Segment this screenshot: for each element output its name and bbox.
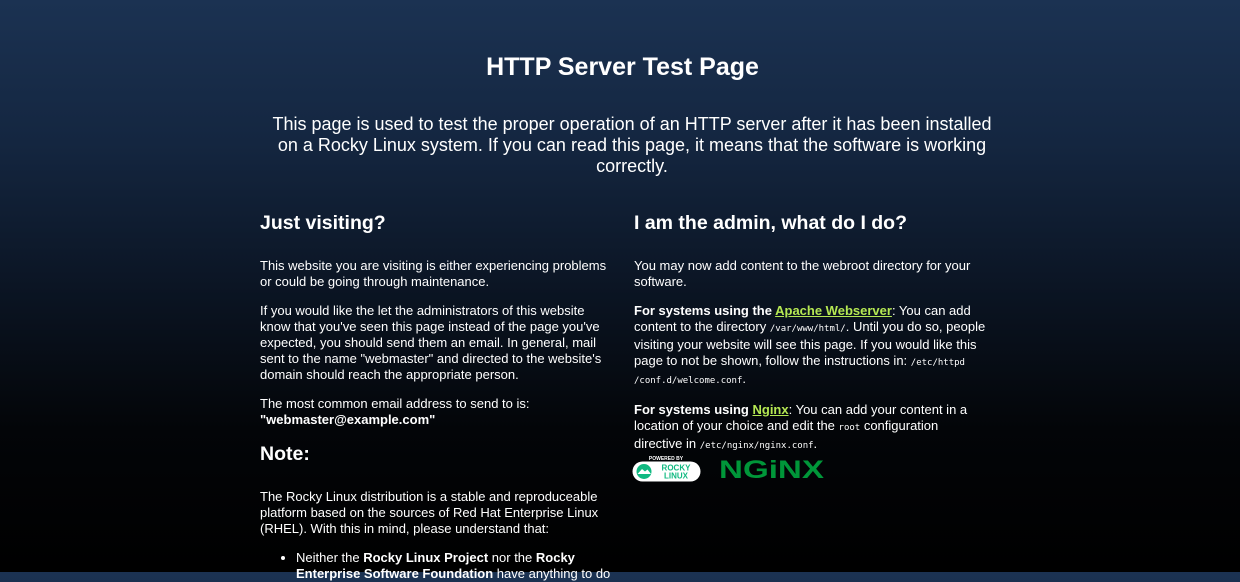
- bullet-text: have anything to do: [493, 566, 611, 581]
- right-column: I am the admin, what do I do? You may no…: [634, 211, 990, 454]
- nginx-wordmark: NGiNX: [719, 456, 824, 483]
- root-directive: root: [838, 423, 861, 433]
- bullet-text: nor the: [488, 550, 536, 565]
- note-paragraph: The Rocky Linux distribution is a stable…: [260, 489, 599, 536]
- bullet-text: Neither the: [296, 550, 364, 565]
- nginx-logo: NGiNX: [719, 456, 824, 483]
- rocky-mountain-icon: [636, 464, 652, 479]
- powered-by-text: POWERED BY: [649, 456, 684, 462]
- rocky-linux-project: Rocky Linux Project: [363, 550, 489, 565]
- note-list: Neither the Rocky Linux Project nor the …: [260, 550, 616, 582]
- nginx-text: .: [813, 436, 818, 451]
- apache-webserver-link[interactable]: Apache Webserver: [775, 303, 892, 318]
- nginx-paragraph: For systems using Nginx: You can add you…: [634, 402, 990, 454]
- nginx-link[interactable]: Nginx: [752, 402, 788, 417]
- admin-heading: I am the admin, what do I do?: [634, 212, 908, 234]
- logos-row: POWERED BY ROCKY LINUX NGiNX: [632, 455, 842, 485]
- note-heading: Note:: [260, 443, 310, 465]
- nginx-conf-path: /etc/nginx/nginx.conf: [699, 441, 814, 451]
- email-intro-text: The most common email address to send to…: [260, 396, 530, 411]
- admin-paragraph: You may now add content to the webroot d…: [634, 258, 971, 289]
- nginx-label: For systems using: [634, 402, 753, 417]
- test-page: HTTP Server Test Page This page is used …: [0, 0, 1240, 581]
- left-column: Just visiting? This website you are visi…: [260, 211, 616, 582]
- visitor-paragraph-2: If you would like the let the administra…: [260, 303, 602, 382]
- linux-wordmark: LINUX: [664, 472, 689, 481]
- webroot-path: /var/www/html/: [769, 324, 846, 334]
- just-visiting-heading: Just visiting?: [260, 212, 386, 234]
- apache-label: For systems using the: [634, 303, 776, 318]
- visitor-paragraph-1: This website you are visiting is either …: [260, 258, 607, 289]
- page-title: HTTP Server Test Page: [486, 53, 759, 81]
- intro-text: This page is used to test the proper ope…: [272, 114, 992, 176]
- apache-paragraph: For systems using the Apache Webserver: …: [634, 303, 990, 389]
- powered-by-rocky-linux-badge: POWERED BY ROCKY LINUX: [632, 456, 701, 482]
- email-paragraph: The most common email address to send to…: [260, 396, 616, 428]
- list-item: Neither the Rocky Linux Project nor the …: [296, 550, 616, 582]
- apache-text: .: [742, 371, 746, 386]
- webmaster-email: "webmaster@example.com": [260, 412, 436, 427]
